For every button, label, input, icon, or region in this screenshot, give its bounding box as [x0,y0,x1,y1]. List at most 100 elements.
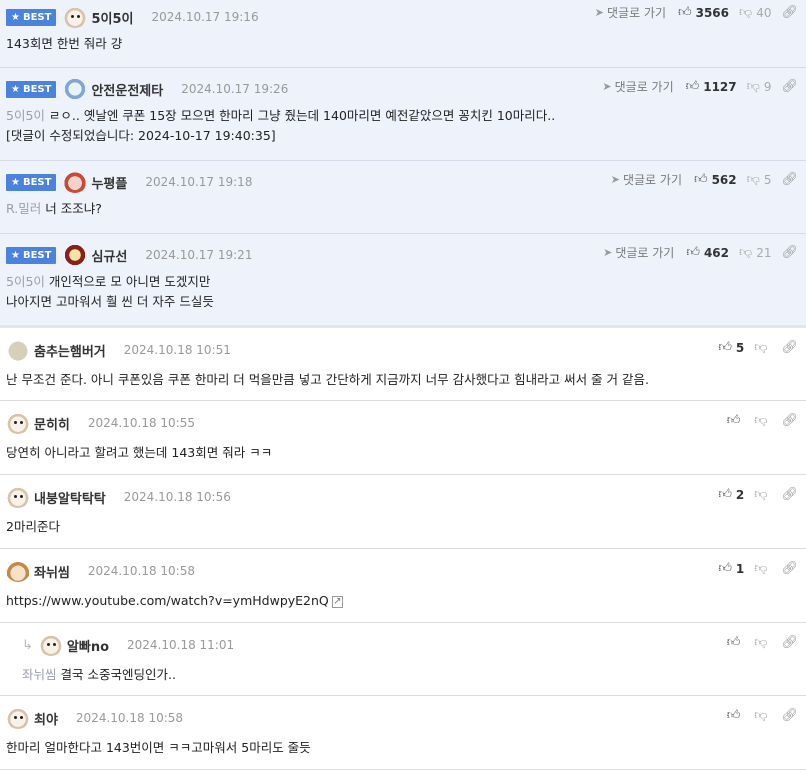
comment-actions: 👍︎ 👎︎ 🔗︎ [727,708,798,723]
comment-date: 2024.10.18 11:01 [127,638,235,652]
thumbs-down-icon: 👎︎ [754,708,768,723]
dislike-button[interactable]: 👎︎ 21 [739,245,771,260]
reply-target[interactable]: R.밀러 [6,201,41,216]
thumbs-down-icon: 👎︎ [754,413,768,428]
comment-body: 5이5이 개인적으로 모 아니면 도겠지만 나아지면 고마워서 훨 씬 더 자주 … [6,274,214,309]
avatar[interactable] [63,244,88,266]
like-button[interactable]: 👍︎ 1 [718,561,744,576]
nickname[interactable]: 누평플 [91,173,127,192]
avatar[interactable] [6,339,30,361]
comment-header: 최야 2024.10.18 10:58 [6,707,806,729]
reply-target[interactable]: 좌뉘씸 [22,667,57,682]
like-button[interactable]: 👍︎ 562 [694,172,737,187]
nickname[interactable]: 문히히 [34,414,70,433]
comment: 최야 2024.10.18 10:58 👍︎ 👎︎ 🔗︎ 한마리 얼마한다고 1… [0,696,806,770]
avatar[interactable] [6,560,30,582]
comment-date: 2024.10.17 19:26 [181,82,289,96]
external-link-icon[interactable]: ↗ [331,595,343,608]
avatar[interactable] [6,412,30,434]
dislike-button[interactable]: 👎︎ [754,708,771,723]
comment-body: 좌뉘씸 결국 소중국엔딩인가.. [22,667,176,682]
link-icon[interactable]: 🔗︎ [781,708,798,723]
thumbs-up-icon: 👍︎ [718,340,732,355]
goto-comment-link[interactable]: ➤ 댓글로 가기 [611,171,682,188]
comment-date: 2024.10.17 19:21 [145,248,253,262]
dislike-button[interactable]: 👎︎ 40 [739,5,771,20]
goto-comment-link[interactable]: ➤ 댓글로 가기 [602,78,673,95]
like-button[interactable]: 👍︎ [727,708,745,723]
like-button[interactable]: 👍︎ 3566 [678,5,729,20]
comment-header: 좌뉘씸 2024.10.18 10:58 [6,560,806,582]
link-icon[interactable]: 🔗︎ [781,172,798,187]
link-icon[interactable]: 🔗︎ [781,79,798,94]
star-icon: ★ [11,11,20,23]
star-icon: ★ [11,249,20,261]
arrow-icon: ➤ [603,246,613,259]
dislike-button[interactable]: 👎︎ [754,487,771,502]
dislike-button[interactable]: 👎︎ 5 [747,172,772,187]
goto-comment-link[interactable]: ➤ 댓글로 가기 [603,244,674,261]
like-button[interactable]: 👍︎ 2 [718,487,744,502]
best-badge: ★ BEST [6,8,57,26]
avatar[interactable] [38,634,63,656]
reply-target[interactable]: 5이5이 [6,274,45,289]
thumbs-down-icon: 👎︎ [754,340,768,355]
link-icon[interactable]: 🔗︎ [781,340,798,355]
arrow-icon: ➤ [610,173,620,186]
avatar[interactable] [63,78,88,100]
nickname[interactable]: 알빠no [67,636,109,655]
comment-actions: 👍︎ 5 👎︎ 🔗︎ [718,340,798,355]
like-button[interactable]: 👍︎ 1127 [686,79,737,94]
nickname[interactable]: 춤추는햄버거 [34,341,106,360]
avatar[interactable] [63,171,88,193]
nickname[interactable]: 최야 [34,709,58,728]
nickname[interactable]: 좌뉘씸 [34,562,70,581]
thumbs-down-icon: 👎︎ [754,487,768,502]
like-button[interactable]: 👍︎ 5 [718,340,744,355]
comment-body: https://www.youtube.com/watch?v=ymHdwpyE… [6,591,806,611]
link-icon[interactable]: 🔗︎ [781,561,798,576]
goto-comment-link[interactable]: ➤ 댓글로 가기 [595,4,666,21]
nickname[interactable]: 5이5이 [91,8,133,27]
nickname[interactable]: 안전운전제타 [91,80,163,99]
comment-body: 2마리준다 [6,519,60,534]
dislike-button[interactable]: 👎︎ [754,635,771,650]
link-icon[interactable]: 🔗︎ [781,487,798,502]
star-icon: ★ [11,176,20,188]
best-comment: ★ BEST 안전운전제타 2024.10.17 19:26 ➤ 댓글로 가기 👍︎… [0,68,806,161]
dislike-button[interactable]: 👎︎ [754,340,771,355]
thumbs-down-icon: 👎︎ [754,635,768,650]
dislike-button[interactable]: 👎︎ [754,413,771,428]
link-icon[interactable]: 🔗︎ [781,635,798,650]
reply-target[interactable]: 5이5이 [6,108,45,123]
comment-body: R.밀러 너 조조냐? [6,201,102,216]
comment-date: 2024.10.18 10:55 [87,416,195,430]
dislike-button[interactable]: 👎︎ [754,561,771,576]
best-comment: ★ BEST 누평플 2024.10.17 19:18 ➤ 댓글로 가기 👍︎ 562… [0,161,806,234]
nickname[interactable]: 심규선 [91,246,127,265]
comment-body: 난 무조건 준다. 아니 쿠폰있음 쿠폰 한마리 더 먹을만큼 넣고 간단하게 … [6,372,649,387]
like-button[interactable]: 👍︎ 462 [686,245,729,260]
avatar[interactable] [63,6,88,28]
link-icon[interactable]: 🔗︎ [781,413,798,428]
nickname[interactable]: 내붕알탁탁탁 [34,488,106,507]
thumbs-down-icon: 👎︎ [739,5,753,20]
link-icon[interactable]: 🔗︎ [781,245,798,260]
youtube-link[interactable]: https://www.youtube.com/watch?v=ymHdwpyE… [6,593,329,608]
best-badge: ★ BEST [6,173,57,191]
link-icon[interactable]: 🔗︎ [781,5,798,20]
dislike-button[interactable]: 👎︎ 9 [747,79,772,94]
avatar[interactable] [6,707,30,729]
comment-actions: ➤ 댓글로 가기 👍︎ 1127 👎︎ 9 🔗︎ [602,78,798,95]
like-button[interactable]: 👍︎ [727,635,745,650]
comment: 문히히 2024.10.18 10:55 👍︎ 👎︎ 🔗︎ 당연히 아니라고 할… [0,401,806,475]
arrow-icon: ➤ [602,80,612,93]
comment-body: 143회면 한번 줘라 걍 [6,36,123,51]
comment-body: 한마리 얼마한다고 143번이면 ㅋㅋ고마워서 5마리도 줄듯 [6,740,311,755]
thumbs-up-icon: 👍︎ [686,245,700,260]
thumbs-down-icon: 👎︎ [739,245,753,260]
arrow-icon: ➤ [594,6,604,19]
like-button[interactable]: 👍︎ [727,413,745,428]
avatar[interactable] [6,486,30,508]
comment-actions: ➤ 댓글로 가기 👍︎ 562 👎︎ 5 🔗︎ [611,171,798,188]
